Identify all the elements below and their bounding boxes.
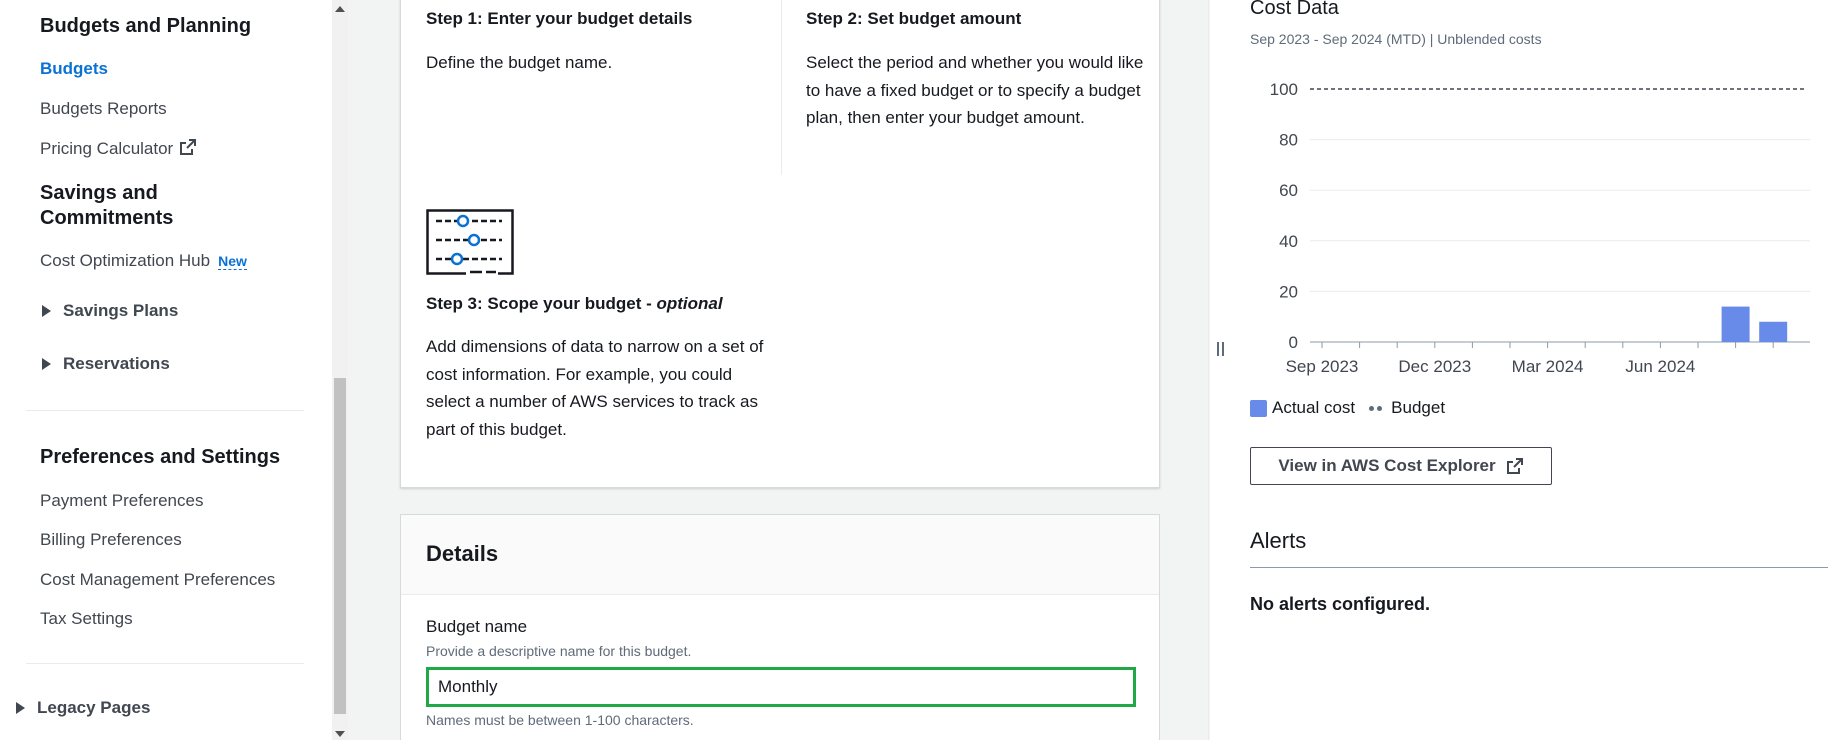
step2-text: Select the period and whether you would … (806, 53, 1144, 127)
steps-card: Step 1: Enter your budget details Define… (400, 0, 1160, 488)
actual-cost-bar (1721, 306, 1750, 342)
details-title: Details (426, 541, 499, 566)
new-badge: New (218, 253, 247, 270)
split-panel-resize-handle[interactable] (1217, 342, 1227, 358)
scroll-down-arrow-icon[interactable] (335, 731, 345, 737)
nav-legacy-label: Legacy Pages (37, 698, 151, 717)
nav-link-budgets-reports[interactable]: Budgets Reports (40, 98, 167, 120)
sidebar-scrollbar[interactable] (332, 0, 348, 740)
alerts-empty-message: No alerts configured. (1250, 594, 1431, 614)
nav-link-tax-settings[interactable]: Tax Settings (40, 608, 133, 630)
nav-link-cost-management-preferences[interactable]: Cost Management Preferences (40, 569, 275, 591)
nav-link-payment-preferences[interactable]: Payment Preferences (40, 490, 203, 512)
y-tick-label: 40 (1279, 232, 1298, 251)
step3-title: Step 3: Scope your budget - optional (426, 294, 723, 314)
legend-budget-dots-icon (1369, 405, 1385, 411)
details-card: Details Budget name Provide a descriptiv… (400, 514, 1160, 740)
section-budgets-planning: Budgets and Planning (40, 15, 252, 37)
nav-expand-legacy-pages[interactable]: Legacy Pages (16, 698, 150, 718)
nav-reservations-label: Reservations (63, 354, 170, 373)
nav-divider (26, 410, 304, 411)
legend-actual-label: Actual cost (1272, 398, 1356, 417)
scrollbar-thumb[interactable] (334, 378, 346, 714)
budget-name-description: Provide a descriptive name for this budg… (426, 643, 692, 659)
nav-savings-plans-label: Savings Plans (63, 301, 179, 320)
step2-title: Step 2: Set budget amount (806, 9, 1022, 28)
nav-link-pricing-calculator[interactable]: Pricing Calculator (40, 138, 197, 160)
view-cost-explorer-button[interactable]: View in AWS Cost Explorer (1250, 447, 1552, 485)
actual-cost-bar (1759, 321, 1788, 342)
alerts-title: Alerts (1250, 528, 1307, 553)
scroll-up-arrow-icon[interactable] (335, 6, 345, 12)
side-navigation: Budgets and Planning Budgets Budgets Rep… (0, 0, 330, 740)
external-link-icon (1506, 458, 1523, 474)
x-tick-label: Sep 2023 (1286, 357, 1359, 376)
x-tick-label: Dec 2023 (1398, 357, 1471, 376)
nav-expand-savings-plans[interactable]: Savings Plans (42, 301, 178, 321)
caret-right-icon (16, 702, 25, 714)
nav-expand-reservations[interactable]: Reservations (42, 354, 170, 374)
nav-link-budgets[interactable]: Budgets (40, 58, 108, 80)
x-tick-label: Mar 2024 (1512, 357, 1584, 376)
x-tick-label: Jun 2024 (1625, 357, 1695, 376)
section-preferences-settings: Preferences and Settings (40, 446, 281, 468)
caret-right-icon (42, 305, 51, 317)
step1-title: Step 1: Enter your budget details (426, 9, 693, 28)
y-tick-label: 100 (1270, 80, 1298, 99)
y-tick-label: 0 (1289, 333, 1298, 352)
budget-name-constraint: Names must be between 1-100 characters. (426, 712, 694, 728)
caret-right-icon (42, 358, 51, 370)
nav-link-hub-label: Cost Optimization Hub (40, 251, 211, 270)
sliders-illustration-icon (426, 209, 514, 275)
view-cost-explorer-label: View in AWS Cost Explorer (1278, 456, 1496, 475)
step3-optional: optional (656, 294, 723, 313)
step3-title-text: Step 3: Scope your budget - (426, 294, 657, 313)
y-tick-label: 60 (1279, 181, 1298, 200)
nav-link-cost-optimization-hub[interactable]: Cost Optimization Hub New (40, 250, 247, 272)
y-tick-label: 20 (1279, 282, 1298, 301)
chart-legend: Actual cost Budget (1250, 398, 1445, 418)
nav-divider (26, 663, 304, 664)
details-header: Details (401, 515, 1159, 595)
legend-budget-label: Budget (1391, 398, 1446, 417)
step1-text: Define the budget name. (426, 53, 613, 72)
step-divider (781, 0, 782, 175)
alerts-divider (1250, 567, 1828, 568)
cost-data-panel: Cost Data Sep 2023 - Sep 2024 (MTD) | Un… (1210, 0, 1845, 740)
step3-text: Add dimensions of data to narrow on a se… (426, 337, 764, 439)
nav-link-billing-preferences[interactable]: Billing Preferences (40, 529, 182, 551)
nav-link-pricing-calculator-label: Pricing Calculator (40, 139, 174, 158)
y-tick-label: 80 (1279, 131, 1298, 150)
cost-chart: 0 20 40 60 80 100 Sep 2023 Dec 2023 Mar 2024 Jun … (1270, 80, 1810, 376)
budget-name-label: Budget name (426, 617, 528, 636)
section-savings-commitments: Savings and Commitments (40, 182, 174, 229)
legend-actual-swatch (1250, 399, 1267, 417)
budget-name-input[interactable] (426, 667, 1136, 707)
external-link-icon (180, 139, 197, 155)
split-panel-divider (1208, 0, 1209, 740)
